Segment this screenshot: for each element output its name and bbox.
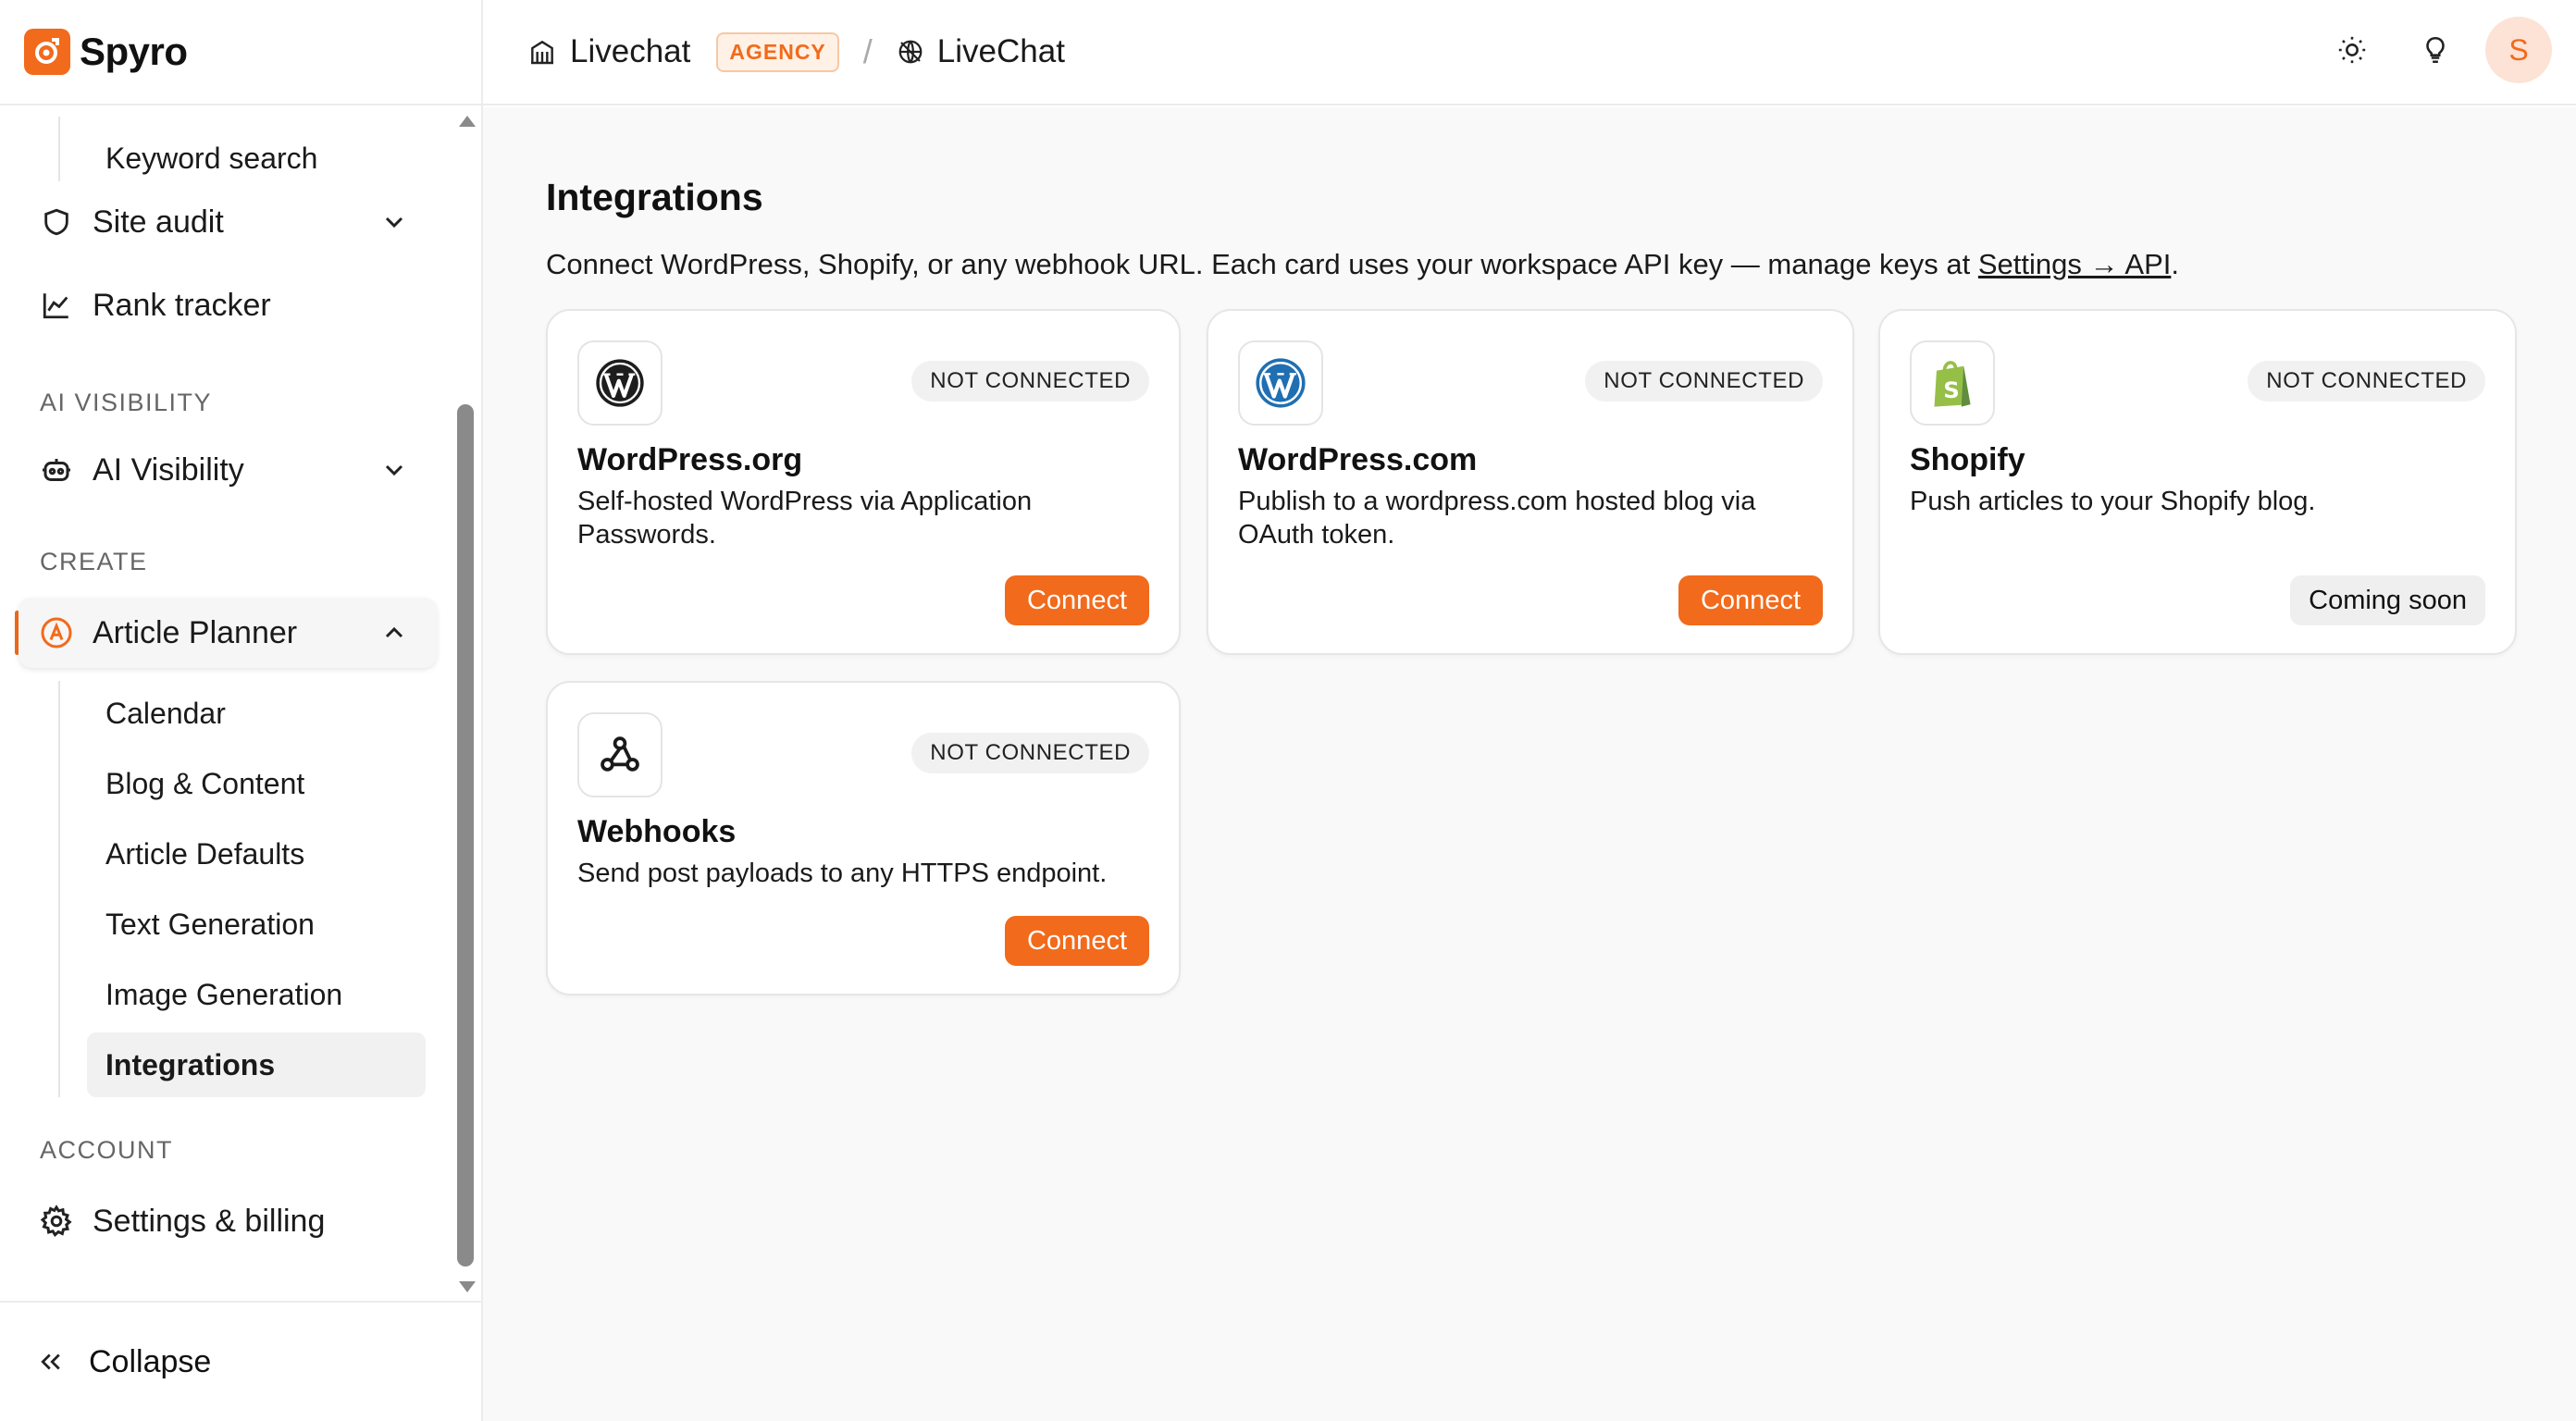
wordpress-com-icon bbox=[1238, 340, 1323, 426]
status-badge: NOT CONNECTED bbox=[911, 361, 1149, 402]
connect-button[interactable]: Connect bbox=[1004, 575, 1149, 625]
main-content: Integrations Connect WordPress, Shopify,… bbox=[483, 107, 2576, 1421]
card-description: Push articles to your Shopify blog. bbox=[1910, 487, 2316, 516]
sidebar: Spyro Keyword search Site audit Rank tra… bbox=[0, 0, 483, 1421]
top-header: Livechat AGENCY / LiveChat S bbox=[483, 0, 2576, 105]
sidebar-nav: Keyword search Site audit Rank tracker A… bbox=[0, 107, 481, 1301]
integration-card-shopify: S NOT CONNECTED Shopify Push articles to… bbox=[1878, 309, 2517, 655]
breadcrumb-workspace[interactable]: Livechat AGENCY bbox=[527, 31, 839, 72]
connect-button[interactable]: Connect bbox=[1004, 916, 1149, 966]
globe-off-icon bbox=[897, 38, 924, 66]
card-description: Send post payloads to any HTTPS endpoint… bbox=[577, 859, 1108, 888]
brand-name: Spyro bbox=[80, 30, 188, 73]
scroll-up-arrow-icon[interactable] bbox=[457, 113, 477, 130]
breadcrumb-project[interactable]: LiveChat bbox=[897, 33, 1065, 70]
section-label-create: CREATE bbox=[40, 548, 148, 575]
status-badge: NOT CONNECTED bbox=[911, 733, 1149, 773]
shopify-icon: S bbox=[1910, 340, 1995, 426]
sun-icon bbox=[2338, 36, 2366, 64]
sidebar-item-label: Rank tracker bbox=[93, 287, 271, 323]
description-suffix: . bbox=[2171, 248, 2179, 280]
chevron-up-icon bbox=[385, 626, 403, 638]
building-icon bbox=[527, 37, 557, 67]
sidebar-item-settings-billing[interactable]: Settings & billing bbox=[19, 1186, 437, 1256]
chevron-down-icon bbox=[385, 216, 403, 229]
sidebar-subitem-label: Article Defaults bbox=[105, 836, 305, 871]
sidebar-item-label: Article Planner bbox=[93, 614, 298, 650]
workspace-name: Livechat bbox=[570, 33, 691, 69]
gear-icon bbox=[39, 1204, 74, 1239]
status-badge: NOT CONNECTED bbox=[2248, 361, 2485, 402]
coming-soon-badge: Coming soon bbox=[2290, 575, 2485, 625]
chevrons-left-icon bbox=[37, 1348, 65, 1376]
sub-nav-line bbox=[58, 681, 60, 1097]
collapse-button[interactable]: Collapse bbox=[0, 1301, 481, 1421]
sidebar-subitem-label: Image Generation bbox=[105, 977, 343, 1011]
sidebar-subitem-blog-content[interactable]: Blog & Content bbox=[87, 751, 426, 816]
card-description: Publish to a wordpress.com hosted blog v… bbox=[1238, 487, 1756, 550]
integration-card-webhooks: NOT CONNECTED Webhooks Send post payload… bbox=[546, 681, 1181, 995]
scroll-down-arrow-icon[interactable] bbox=[457, 1279, 477, 1295]
sidebar-item-site-audit[interactable]: Site audit bbox=[19, 187, 437, 257]
sidebar-subitem-text-generation[interactable]: Text Generation bbox=[87, 892, 426, 957]
connect-button[interactable]: Connect bbox=[1678, 575, 1823, 625]
sidebar-subitem-image-generation[interactable]: Image Generation bbox=[87, 962, 426, 1027]
sub-nav-line bbox=[58, 117, 60, 181]
spyro-logo-icon bbox=[24, 29, 70, 75]
sidebar-subitem-calendar[interactable]: Calendar bbox=[87, 681, 426, 746]
sidebar-subitem-label: Blog & Content bbox=[105, 766, 305, 800]
webhook-icon bbox=[577, 712, 663, 797]
card-description: Self-hosted WordPress via Application Pa… bbox=[577, 487, 1033, 550]
card-title: Shopify bbox=[1910, 442, 2025, 477]
agency-badge: AGENCY bbox=[716, 31, 839, 72]
sidebar-subitem-label: Text Generation bbox=[105, 907, 315, 941]
project-name: LiveChat bbox=[936, 33, 1065, 69]
breadcrumb-separator: / bbox=[862, 32, 873, 70]
sidebar-item-label: Site audit bbox=[93, 204, 224, 240]
header-actions: S bbox=[2302, 17, 2552, 83]
chart-line-icon bbox=[39, 288, 74, 323]
card-title: WordPress.com bbox=[1238, 442, 1478, 477]
avatar[interactable]: S bbox=[2485, 17, 2552, 83]
page-title: Integrations bbox=[546, 176, 763, 218]
integration-card-wordpress-org: NOT CONNECTED WordPress.org Self-hosted … bbox=[546, 309, 1181, 655]
card-title: WordPress.org bbox=[577, 442, 803, 477]
tips-button[interactable] bbox=[2402, 17, 2469, 83]
robot-icon bbox=[39, 452, 74, 488]
logo-bar: Spyro bbox=[0, 0, 481, 105]
sidebar-item-label: Settings & billing bbox=[93, 1203, 326, 1239]
sidebar-subitem-article-defaults[interactable]: Article Defaults bbox=[87, 822, 426, 886]
article-planner-icon bbox=[39, 615, 74, 650]
status-badge: NOT CONNECTED bbox=[1585, 361, 1823, 402]
integration-card-wordpress-com: NOT CONNECTED WordPress.com Publish to a… bbox=[1207, 309, 1854, 655]
sidebar-item-rank-tracker[interactable]: Rank tracker bbox=[19, 270, 437, 340]
sidebar-subitem-label: Calendar bbox=[105, 696, 226, 730]
collapse-label: Collapse bbox=[89, 1343, 212, 1379]
sidebar-item-label: Keyword search bbox=[105, 141, 318, 175]
page-description: Connect WordPress, Shopify, or any webho… bbox=[546, 248, 2179, 281]
sidebar-item-ai-visibility[interactable]: AI Visibility bbox=[19, 435, 437, 505]
chevron-down-icon bbox=[385, 464, 403, 476]
sidebar-item-article-planner[interactable]: Article Planner bbox=[19, 598, 437, 668]
svg-text:S: S bbox=[1943, 377, 1960, 403]
description-text: Connect WordPress, Shopify, or any webho… bbox=[546, 248, 1978, 280]
lightbulb-icon bbox=[2426, 36, 2445, 64]
avatar-initial: S bbox=[2508, 32, 2529, 67]
card-title: Webhooks bbox=[577, 814, 737, 849]
shield-icon bbox=[39, 204, 74, 240]
sidebar-subitem-label: Integrations bbox=[105, 1047, 276, 1081]
theme-toggle-button[interactable] bbox=[2319, 17, 2385, 83]
section-label-account: ACCOUNT bbox=[40, 1136, 173, 1164]
section-label-ai-visibility: AI VISIBILITY bbox=[40, 389, 213, 416]
sidebar-item-label: AI Visibility bbox=[93, 451, 244, 488]
settings-api-link[interactable]: Settings → API bbox=[1978, 248, 2172, 280]
sidebar-subitem-integrations[interactable]: Integrations bbox=[87, 1032, 426, 1097]
wordpress-icon bbox=[577, 340, 663, 426]
sidebar-item-keyword-search[interactable]: Keyword search bbox=[87, 126, 426, 191]
sidebar-scroll-thumb[interactable] bbox=[457, 404, 474, 1267]
